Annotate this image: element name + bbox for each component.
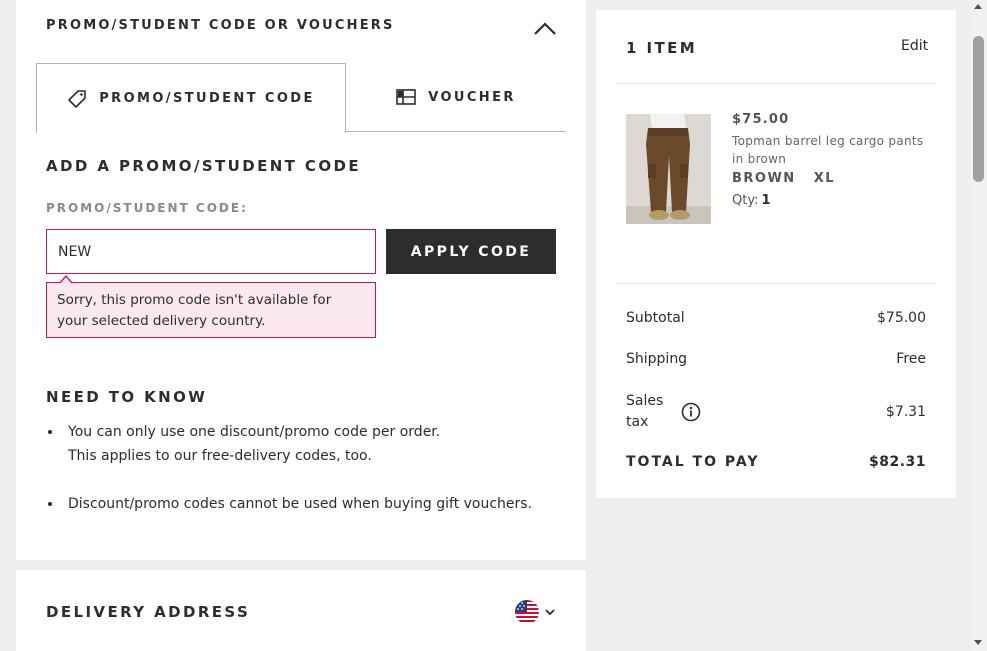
divider (616, 283, 936, 284)
tab-voucher[interactable]: VOUCHER (346, 63, 566, 132)
chevron-down-icon (545, 609, 555, 616)
promo-error-message: Sorry, this promo code isn't available f… (46, 275, 376, 338)
product-image[interactable] (626, 114, 711, 224)
total-row: TOTAL TO PAY $82.31 (626, 454, 926, 470)
need-to-know-title: NEED TO KNOW (46, 388, 208, 406)
delivery-address-title: DELIVERY ADDRESS (46, 603, 251, 621)
voucher-icon (396, 89, 417, 105)
error-text: Sorry, this promo code isn't available f… (57, 292, 332, 329)
product-price: $75.00 (732, 112, 790, 127)
promo-section-header: PROMO/STUDENT CODE OR VOUCHERS (46, 18, 395, 33)
tab-voucher-label: VOUCHER (428, 89, 516, 105)
sales-tax-value: $7.31 (885, 404, 926, 420)
list-item: Discount/promo codes cannot be used when… (46, 492, 566, 516)
add-promo-title: ADD A PROMO/STUDENT CODE (46, 157, 361, 175)
scroll-down-arrow-icon[interactable] (974, 640, 982, 645)
product-color: BROWN (732, 171, 796, 186)
need-to-know-list: You can only use one discount/promo code… (46, 420, 566, 516)
shipping-value: Free (896, 351, 926, 367)
total-value: $82.31 (868, 454, 926, 470)
tag-icon (68, 89, 87, 108)
us-flag-icon (515, 600, 539, 624)
info-icon[interactable] (681, 402, 701, 422)
promo-panel: PROMO/STUDENT CODE OR VOUCHERS PROMO/STU… (16, 0, 586, 560)
apply-code-button[interactable]: APPLY CODE (386, 229, 556, 274)
scrollbar[interactable] (970, 0, 987, 651)
product-size: XL (813, 171, 836, 186)
qty-value: 1 (761, 193, 771, 208)
country-selector[interactable] (514, 599, 556, 625)
product-quantity: Qty: 1 (732, 193, 771, 208)
subtotal-label: Subtotal (626, 310, 685, 326)
product-name[interactable]: Topman barrel leg cargo pants in brown (732, 132, 932, 168)
product-variant: BROWN XL (732, 171, 835, 186)
delivery-address-panel: DELIVERY ADDRESS (16, 570, 586, 651)
scrollbar-thumb[interactable] (973, 36, 984, 182)
tab-promo-student-code[interactable]: PROMO/STUDENT CODE (36, 63, 346, 133)
divider (616, 83, 936, 84)
sales-tax-row: Sales tax $7.31 (626, 391, 926, 433)
total-label: TOTAL TO PAY (626, 454, 760, 470)
subtotal-value: $75.00 (877, 310, 926, 326)
items-count: 1 ITEM (626, 39, 698, 57)
collapse-button[interactable] (532, 18, 558, 40)
shipping-label: Shipping (626, 351, 688, 367)
scroll-up-arrow-icon[interactable] (974, 4, 982, 9)
chevron-up-icon (534, 22, 556, 35)
subtotal-row: Subtotal $75.00 (626, 310, 926, 326)
shipping-row: Shipping Free (626, 351, 926, 367)
promo-code-input[interactable] (46, 229, 376, 274)
error-pointer (59, 275, 73, 284)
tab-promo-label: PROMO/STUDENT CODE (99, 91, 315, 106)
order-summary-panel: 1 ITEM Edit $75.00 Topman barrel leg car… (596, 10, 956, 498)
sales-tax-label: Sales tax (626, 393, 664, 430)
list-item: You can only use one discount/promo code… (46, 420, 566, 468)
promo-code-field-label: PROMO/STUDENT CODE: (46, 201, 248, 215)
edit-link[interactable]: Edit (901, 38, 928, 54)
qty-label: Qty: (732, 193, 759, 208)
